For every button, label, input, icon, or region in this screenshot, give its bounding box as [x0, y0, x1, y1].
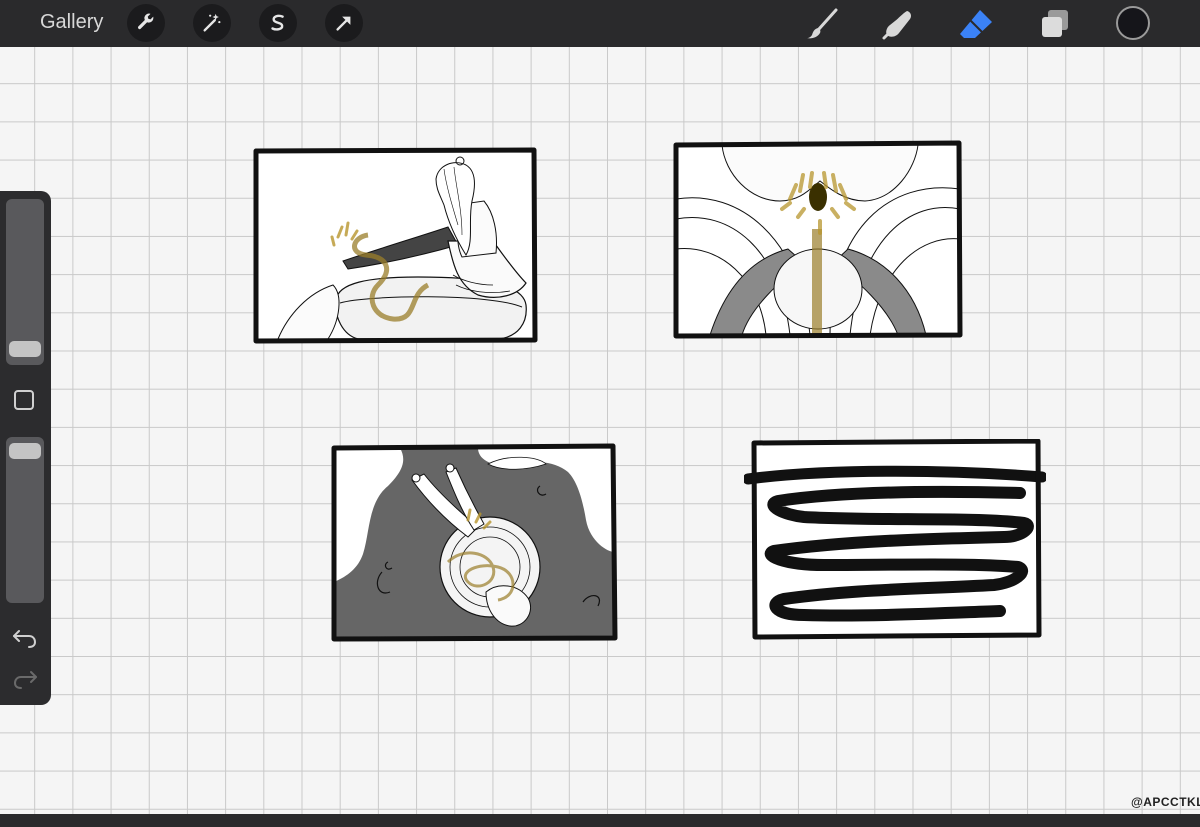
adjustments-wand-button[interactable] — [193, 4, 231, 42]
color-picker-button[interactable] — [1116, 6, 1150, 40]
brush-icon — [807, 8, 838, 39]
brush-size-slider[interactable] — [6, 199, 44, 365]
opacity-slider[interactable] — [6, 437, 44, 603]
top-toolbar: Gallery — [0, 0, 1200, 47]
transform-arrow-icon — [336, 16, 351, 31]
wrench-icon — [137, 13, 154, 30]
storyboard-panel-3 — [331, 443, 618, 642]
selection-button[interactable] — [259, 4, 297, 42]
artist-watermark: @APCCTKL — [1131, 795, 1200, 809]
storyboard-panel-1 — [253, 147, 538, 344]
drawing-canvas[interactable] — [0, 47, 1200, 814]
eraser-icon — [960, 10, 992, 38]
redo-icon[interactable] — [11, 668, 39, 690]
gallery-button[interactable]: Gallery — [40, 11, 103, 34]
actions-wrench-button[interactable] — [127, 4, 165, 42]
modify-button[interactable] — [14, 390, 34, 410]
left-sidebar — [0, 191, 51, 705]
storyboard-panel-4 — [744, 439, 1046, 640]
smudge-icon — [882, 11, 911, 40]
storyboard-panel-2 — [673, 140, 963, 339]
magic-wand-icon — [203, 13, 221, 32]
eraser-tool-button[interactable] — [958, 6, 994, 42]
selection-s-icon — [271, 14, 284, 31]
smudge-tool-button[interactable] — [880, 6, 916, 42]
layers-button[interactable] — [1037, 6, 1073, 42]
transform-button[interactable] — [325, 4, 363, 42]
brush-tool-button[interactable] — [804, 6, 840, 42]
brush-size-thumb[interactable] — [9, 341, 41, 357]
bottom-bar — [0, 814, 1200, 827]
layers-icon — [1042, 10, 1068, 37]
opacity-thumb[interactable] — [9, 443, 41, 459]
undo-icon[interactable] — [11, 627, 39, 649]
